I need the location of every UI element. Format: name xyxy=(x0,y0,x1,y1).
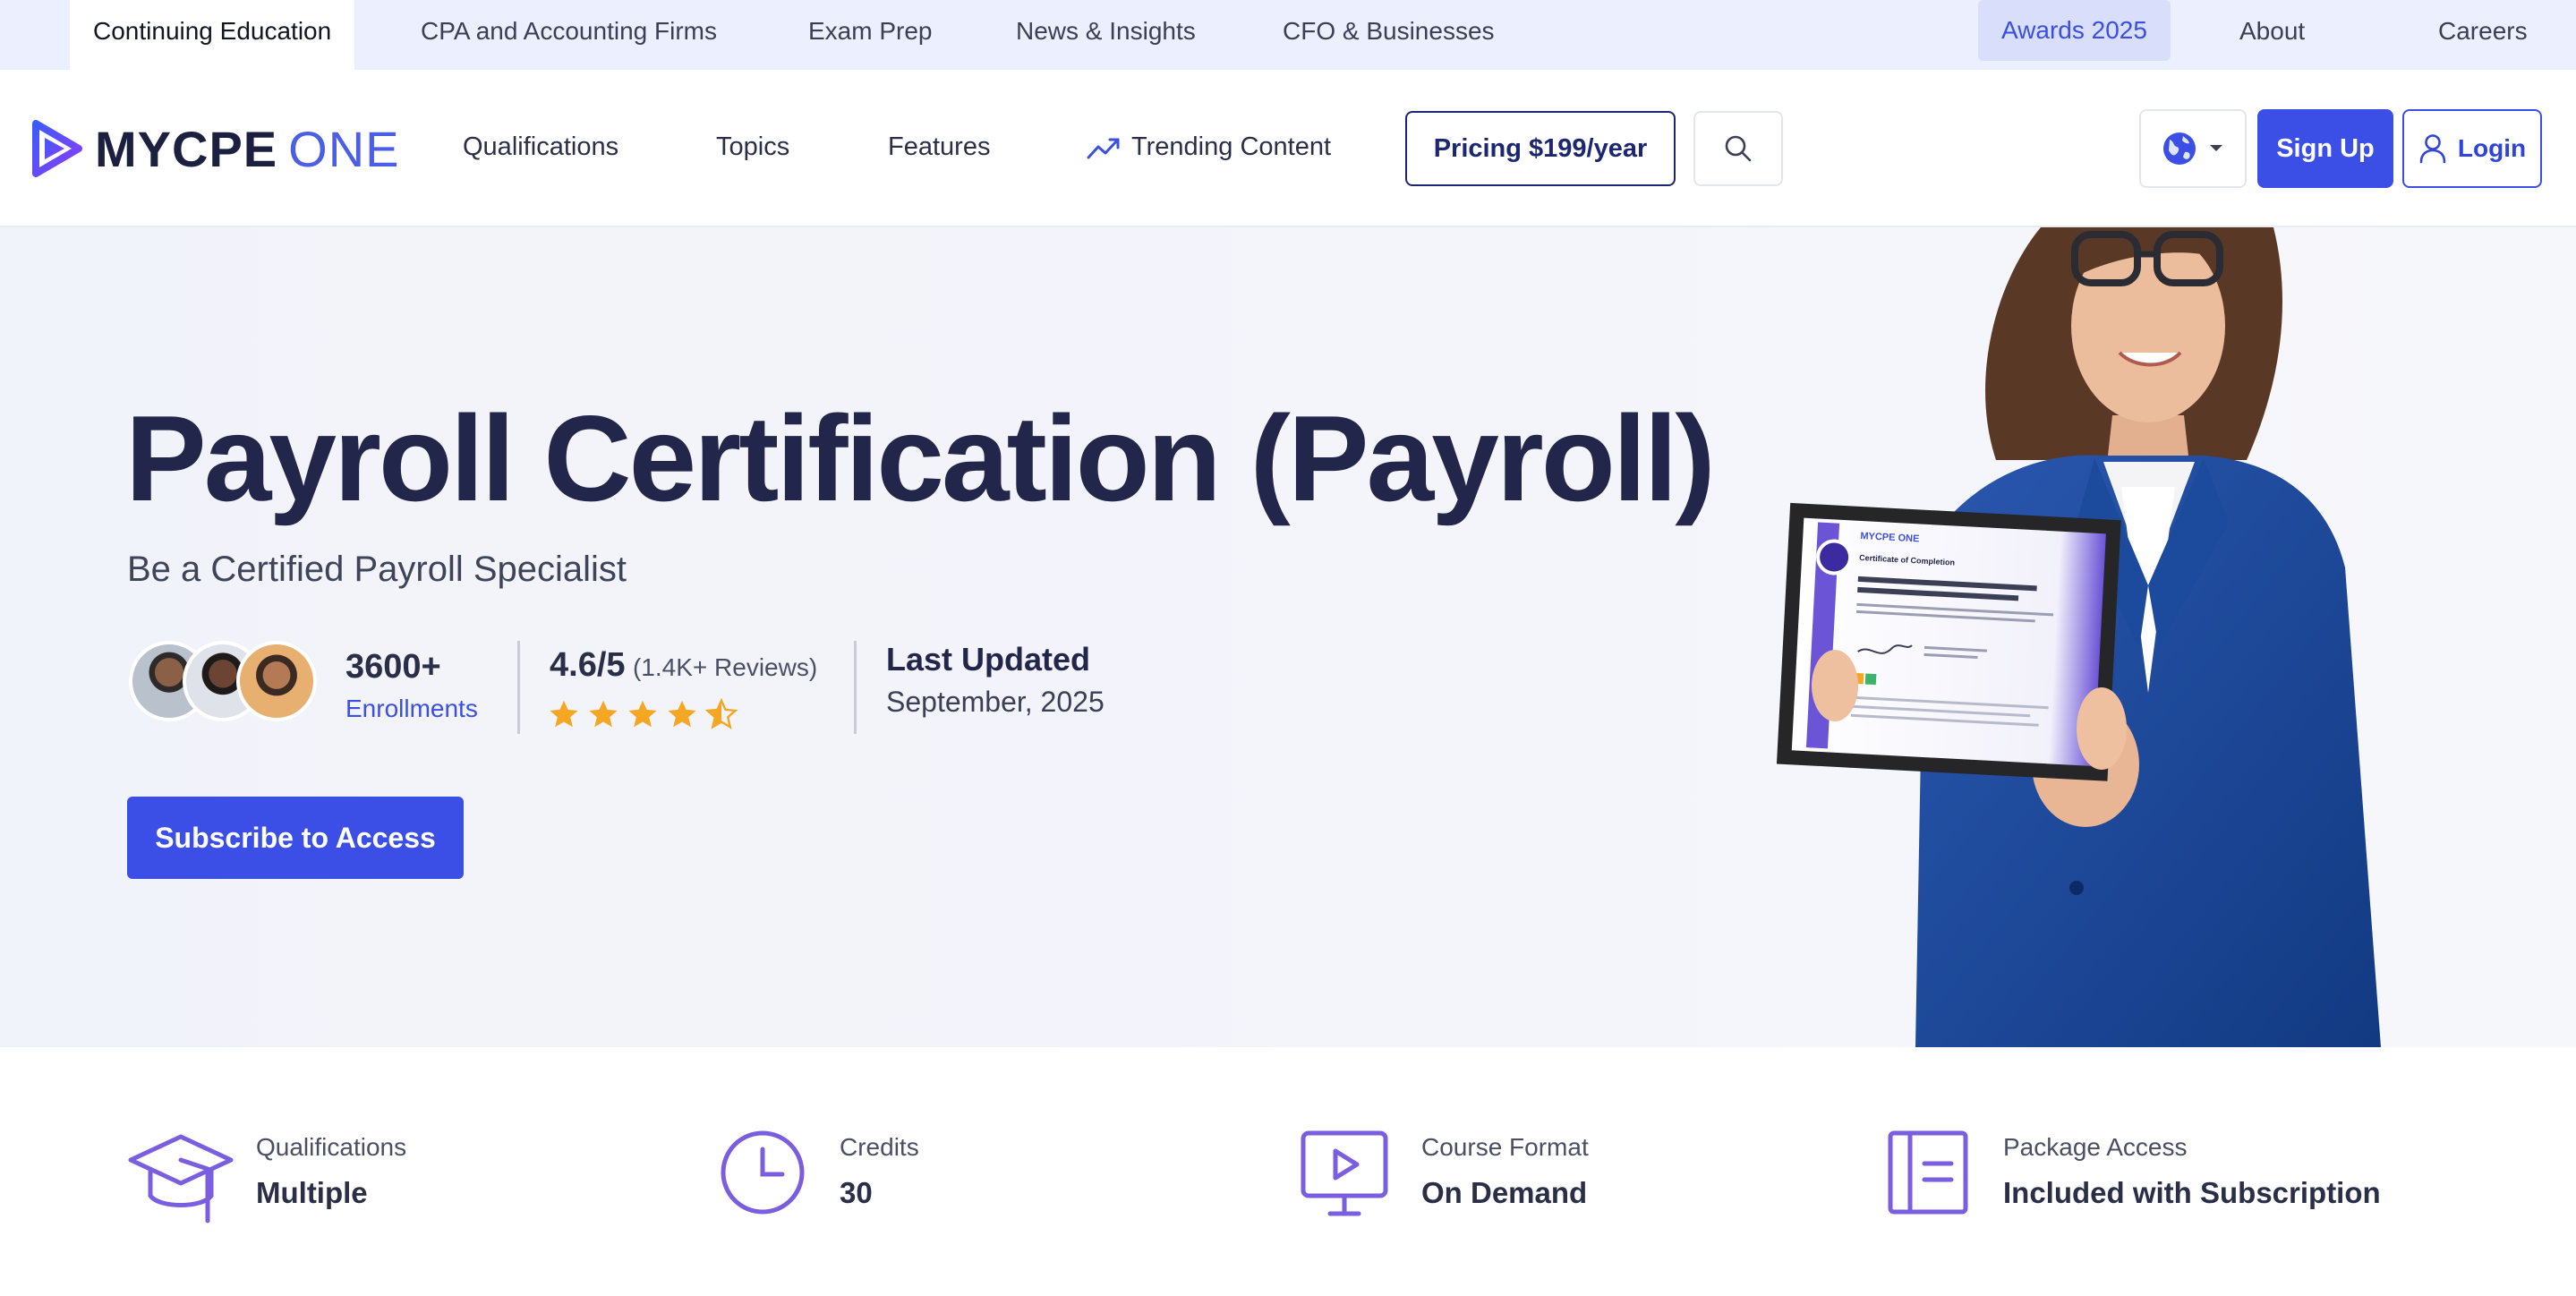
enrollment-count: 3600+ xyxy=(345,648,441,686)
brand-wordmark: MYCPE ONE xyxy=(95,120,400,178)
brand-primary: MYCPE xyxy=(95,120,278,177)
star-icon xyxy=(628,700,657,728)
enrollee-avatars xyxy=(129,641,317,723)
document-icon xyxy=(1888,1130,1968,1215)
hero-subtitle: Be a Certified Payroll Specialist xyxy=(127,550,627,589)
topbar-item-cpa-firms[interactable]: CPA and Accounting Firms xyxy=(421,0,717,70)
nav-trending-content[interactable]: Trending Content xyxy=(1087,132,1331,162)
hero-section: Payroll Certification (Payroll) Be a Cer… xyxy=(0,227,2576,1047)
star-icon xyxy=(668,700,696,728)
topbar-item-continuing-education[interactable]: Continuing Education xyxy=(70,0,355,70)
clock-icon xyxy=(721,1130,805,1215)
brand-logo[interactable]: MYCPE ONE xyxy=(32,120,400,177)
feature-credits: Credits 30 xyxy=(718,1128,1183,1226)
video-play-icon xyxy=(1301,1130,1388,1216)
hero-illustration: MYCPE ONE Certificate of Completion xyxy=(1776,227,2381,1047)
feature-label: Credits xyxy=(840,1133,919,1161)
topbar-item-news-insights[interactable]: News & Insights xyxy=(1016,0,1196,70)
nav-trending-label: Trending Content xyxy=(1131,132,1332,161)
nav-features[interactable]: Features xyxy=(888,132,990,162)
signup-button[interactable]: Sign Up xyxy=(2257,109,2393,188)
trending-up-icon xyxy=(1087,138,1120,158)
topbar-item-about[interactable]: About xyxy=(2239,0,2305,70)
main-navbar: MYCPE ONE Qualifications Topics Features … xyxy=(0,70,2576,227)
enrollment-label: Enrollments xyxy=(345,695,478,722)
pricing-button[interactable]: Pricing $199/year xyxy=(1405,111,1676,186)
page-title: Payroll Certification (Payroll) xyxy=(125,390,1716,526)
half-star-icon xyxy=(705,698,738,729)
search-icon xyxy=(1725,135,1752,162)
star-icon xyxy=(589,700,618,728)
top-utility-bar: Continuing Education CPA and Accounting … xyxy=(0,0,2576,70)
login-label: Login xyxy=(2457,134,2527,162)
feature-qualifications: Qualifications Multiple xyxy=(127,1128,593,1226)
feature-package-access: Package Access Included with Subscriptio… xyxy=(1887,1128,2495,1226)
avatar xyxy=(236,641,317,721)
subscribe-button[interactable]: Subscribe to Access xyxy=(127,797,464,879)
stat-divider xyxy=(517,641,520,734)
brand-secondary: ONE xyxy=(288,120,400,177)
search-button[interactable] xyxy=(1693,111,1783,186)
topbar-item-careers[interactable]: Careers xyxy=(2438,0,2528,70)
star-icon xyxy=(550,700,578,728)
language-selector[interactable] xyxy=(2139,109,2247,188)
graduation-cap-icon xyxy=(128,1134,234,1224)
feature-label: Qualifications xyxy=(256,1133,407,1161)
chevron-down-icon xyxy=(2210,145,2222,151)
feature-course-format: Course Format On Demand xyxy=(1300,1128,1801,1226)
feature-value: On Demand xyxy=(1421,1176,1588,1209)
logo-play-icon xyxy=(32,120,82,177)
nav-qualifications[interactable]: Qualifications xyxy=(463,132,618,162)
last-updated-label: Last Updated xyxy=(886,641,1091,678)
feature-value: Multiple xyxy=(256,1176,368,1209)
rating-stars xyxy=(548,698,738,730)
rating-reviews: (1.4K+ Reviews) xyxy=(632,653,818,681)
globe-icon xyxy=(2163,132,2196,165)
rating-summary: 4.6/5 (1.4K+ Reviews) xyxy=(550,646,817,685)
login-button[interactable]: Login xyxy=(2402,109,2542,188)
stat-divider xyxy=(854,641,857,734)
feature-value: 30 xyxy=(840,1176,873,1209)
last-updated-value: September, 2025 xyxy=(886,686,1105,718)
feature-value: Included with Subscription xyxy=(2003,1176,2381,1209)
topbar-item-cfo-businesses[interactable]: CFO & Businesses xyxy=(1283,0,1495,70)
topbar-item-awards[interactable]: Awards 2025 xyxy=(1978,0,2171,61)
user-icon xyxy=(2419,134,2446,164)
feature-label: Course Format xyxy=(1421,1133,1589,1161)
topbar-item-exam-prep[interactable]: Exam Prep xyxy=(808,0,933,70)
rating-score: 4.6/5 xyxy=(550,646,626,684)
feature-label: Package Access xyxy=(2003,1133,2188,1161)
nav-topics[interactable]: Topics xyxy=(716,132,789,162)
